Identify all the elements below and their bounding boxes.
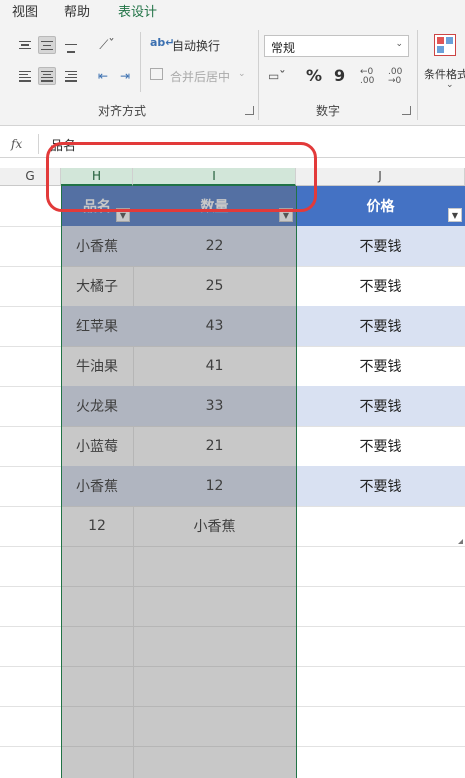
bottom-align-button[interactable] [62, 36, 80, 54]
worksheet-grid[interactable]: 品名 ▼ 数量 ▼ 价格 ▼ 小香蕉 22 不要钱 大橘子 25 不要钱 红苹果… [0, 186, 465, 778]
divider [417, 30, 418, 120]
table-cell[interactable]: 不要钱 [296, 226, 465, 266]
decrease-indent-button[interactable]: ⇤ [94, 67, 112, 85]
divider [38, 134, 39, 154]
table-header-price[interactable]: 价格 ▼ [296, 186, 465, 226]
tab-table-design[interactable]: 表设计 [118, 1, 157, 20]
conditional-format-icon[interactable] [434, 34, 456, 56]
ribbon-tabs: 视图 帮助 表设计 [0, 0, 465, 22]
annotation-highlight [46, 142, 317, 212]
tab-help[interactable]: 帮助 [64, 1, 90, 20]
table-cell[interactable]: 不要钱 [296, 266, 465, 306]
alignment-group-label: 对齐方式 [98, 104, 147, 118]
top-align-button[interactable] [16, 36, 34, 54]
conditional-format-button[interactable]: 条件格式 [424, 66, 465, 82]
wrap-text-button[interactable]: 自动换行 [172, 37, 220, 54]
increase-indent-icon: ⇥ [119, 69, 131, 83]
merge-center-icon [150, 68, 163, 80]
increase-decimal-icon[interactable]: ←0.00 [360, 68, 374, 86]
header-label: 价格 [366, 199, 395, 215]
number-group-label: 数字 [316, 104, 341, 118]
alignment-dialog-launcher[interactable] [245, 106, 254, 115]
increase-indent-button[interactable]: ⇥ [116, 67, 134, 85]
number-format-value: 常规 [271, 41, 296, 55]
filter-dropdown-icon[interactable]: ▼ [448, 208, 462, 222]
selection-border [61, 186, 297, 778]
fx-icon[interactable]: fx [11, 137, 22, 151]
number-format-select[interactable]: 常规 ⌄ [264, 35, 409, 57]
table-cell[interactable]: 不要钱 [296, 306, 465, 346]
tab-view[interactable]: 视图 [12, 1, 38, 20]
table-cell[interactable]: 不要钱 [296, 466, 465, 506]
middle-align-button[interactable] [38, 36, 56, 54]
merge-center-button[interactable]: 合并后居中 [170, 68, 230, 85]
align-left-button[interactable] [16, 67, 34, 85]
orientation-button[interactable]: ⟋ˇ [92, 36, 122, 54]
chevron-down-icon: ⌄ [395, 39, 403, 49]
chevron-down-icon: ⌄ [238, 69, 246, 79]
table-cell[interactable] [296, 506, 465, 546]
orientation-icon: ⟋ˇ [99, 37, 115, 53]
accounting-format-icon[interactable]: ▭ˇ [268, 69, 285, 83]
column-header-j[interactable]: J [296, 168, 465, 186]
number-dialog-launcher[interactable] [402, 106, 411, 115]
ribbon: ⟋ˇ ⇤ ⇥ ab↵ 自动换行 合并后居中 ⌄ 对齐方式 常规 ⌄ ▭ˇ % 9… [0, 22, 465, 126]
table-cell[interactable]: 不要钱 [296, 386, 465, 426]
table-resize-handle[interactable] [458, 539, 463, 544]
decrease-indent-icon: ⇤ [97, 69, 109, 83]
comma-style-button[interactable]: 9 [334, 66, 345, 85]
align-center-button[interactable] [38, 67, 56, 85]
divider [140, 32, 141, 92]
decrease-decimal-icon[interactable]: .00 →0 [388, 68, 402, 86]
table-cell[interactable]: 不要钱 [296, 426, 465, 466]
chevron-down-icon: ⌄ [446, 80, 454, 90]
align-right-button[interactable] [62, 67, 80, 85]
divider [258, 30, 259, 120]
table-cell[interactable]: 不要钱 [296, 346, 465, 386]
percent-style-button[interactable]: % [306, 66, 322, 85]
wrap-text-icon: ab↵ [150, 36, 175, 49]
